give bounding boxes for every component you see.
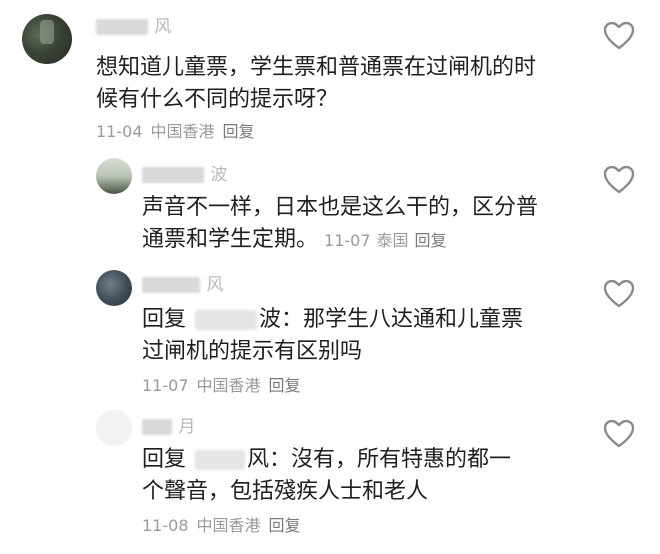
- mention-blur: [195, 450, 246, 470]
- reply-button[interactable]: 回复: [269, 376, 301, 395]
- comment-date: 11-04: [96, 122, 143, 141]
- comment-date: 11-08: [142, 516, 189, 535]
- username[interactable]: 风: [142, 270, 224, 295]
- reply-button[interactable]: 回复: [269, 516, 301, 535]
- comment-text-line: 回复 波：那学生八达通和儿童票: [142, 307, 524, 332]
- mention[interactable]: 波：: [259, 307, 303, 332]
- comment-location: 中国香港: [150, 122, 215, 141]
- heart-outline-icon[interactable]: [604, 166, 634, 194]
- reply-prefix: 回复: [142, 307, 187, 332]
- comment-location: 泰国: [376, 231, 409, 250]
- comment-meta: 11-04 中国香港 回复: [96, 118, 263, 142]
- comment-text: 想知道儿童票，学生票和普通票在过闸机的时 候有什么不同的提示呀？: [96, 52, 596, 116]
- reply-item: 月 回复 风：沒有，所有特惠的都一 个聲音，包括殘疾人士和老人 11-08 中国香…: [0, 402, 660, 554]
- comment-text-line: 个聲音，包括殘疾人士和老人: [142, 479, 429, 504]
- reply-item: 风 回复 波：那学生八达通和儿童票 过闸机的提示有区别吗 11-07 中国香港 回复: [0, 262, 660, 402]
- username[interactable]: 月: [142, 412, 196, 437]
- comment-text-line: 候有什么不同的提示呀？: [96, 87, 339, 112]
- comment-text-line: 声音不一样，日本也是这么干的，区分普: [142, 195, 539, 220]
- avatar[interactable]: [96, 410, 132, 446]
- comment-text: 回复 风：沒有，所有特惠的都一 个聲音，包括殘疾人士和老人: [142, 444, 582, 508]
- username[interactable]: 风: [96, 12, 172, 37]
- comment-text-line: 通票和学生定期。 11-07 泰国 回复: [142, 227, 447, 252]
- comment-meta: 11-07 中国香港 回复: [142, 372, 309, 396]
- reply-prefix: 回复: [142, 447, 187, 472]
- comment-location: 中国香港: [196, 376, 261, 395]
- heart-outline-icon[interactable]: [604, 22, 634, 50]
- name-blur: [142, 167, 204, 183]
- reply-button[interactable]: 回复: [223, 122, 255, 141]
- comment-location: 中国香港: [196, 516, 261, 535]
- comment-text-line: 想知道儿童票，学生票和普通票在过闸机的时: [96, 55, 537, 80]
- name-blur: [142, 419, 172, 435]
- avatar[interactable]: [96, 158, 132, 194]
- comment-text: 声音不一样，日本也是这么干的，区分普 通票和学生定期。 11-07 泰国 回复: [142, 192, 582, 257]
- reply-button[interactable]: 回复: [415, 231, 447, 250]
- name-blur: [142, 277, 200, 293]
- heart-outline-icon[interactable]: [604, 420, 634, 448]
- comment-date: 11-07: [142, 376, 189, 395]
- mention-blur: [195, 310, 258, 330]
- comment-text: 回复 波：那学生八达通和儿童票 过闸机的提示有区别吗: [142, 304, 582, 368]
- avatar[interactable]: [96, 270, 132, 306]
- comment-text-line: 回复 风：沒有，所有特惠的都一: [142, 447, 512, 472]
- mention[interactable]: 风：: [247, 447, 291, 472]
- reply-item: 波 声音不一样，日本也是这么干的，区分普 通票和学生定期。 11-07 泰国 回复: [0, 150, 660, 262]
- heart-outline-icon[interactable]: [604, 280, 634, 308]
- avatar[interactable]: [22, 14, 72, 64]
- name-blur: [96, 19, 148, 35]
- comment-date: 11-07: [324, 231, 371, 250]
- comment-item: 风 想知道儿童票，学生票和普通票在过闸机的时 候有什么不同的提示呀？ 11-04…: [0, 0, 660, 150]
- comment-meta: 11-08 中国香港 回复: [142, 512, 309, 536]
- comment-text-line: 过闸机的提示有区别吗: [142, 339, 363, 364]
- username[interactable]: 波: [142, 160, 228, 185]
